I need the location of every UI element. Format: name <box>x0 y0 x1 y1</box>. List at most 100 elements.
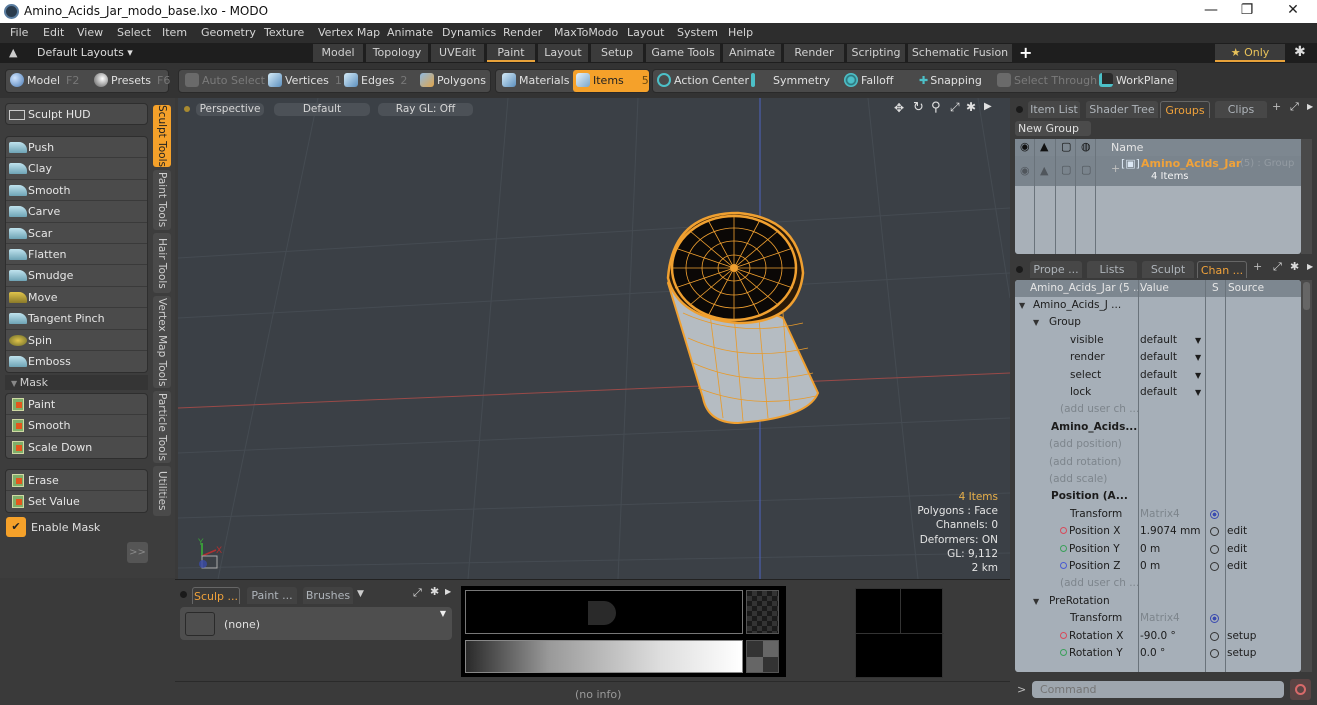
channel-row[interactable]: Transform Matrix4 <box>1015 610 1300 627</box>
action-center-button[interactable]: Action Center <box>657 70 749 92</box>
tab-sculpt[interactable]: Sculpt <box>1142 261 1194 278</box>
panel-menu-icon[interactable] <box>180 591 187 598</box>
menu-animate[interactable]: Animate <box>387 26 433 39</box>
tab-setup[interactable]: Setup <box>591 44 643 62</box>
tab-topology[interactable]: Topology <box>366 44 428 62</box>
add-layout-tab-button[interactable]: + <box>1019 43 1032 62</box>
channel-state-icon[interactable] <box>1210 631 1219 641</box>
channel-row[interactable]: Position X 1.9074 mm edit <box>1015 523 1300 540</box>
channel-value[interactable]: 0.0 ° <box>1140 645 1165 662</box>
minimize-button[interactable]: — <box>1196 2 1226 20</box>
pan-icon[interactable]: ✥ <box>894 101 904 115</box>
model-button[interactable]: Model F2 <box>10 70 79 92</box>
vtab-utilities[interactable]: Utilities <box>153 466 171 516</box>
sculpt-hud-button[interactable]: Sculpt HUD <box>5 103 148 125</box>
bottom-panel-menu-icon[interactable] <box>1016 266 1023 273</box>
channels-col-s[interactable]: S <box>1212 280 1219 297</box>
snapping-button[interactable]: ✚ Snapping <box>919 70 982 92</box>
name-column-header[interactable]: Name <box>1111 141 1143 154</box>
channel-row[interactable]: lock default ▼ <box>1015 384 1300 401</box>
channel-row[interactable]: Rotation Y 0.0 ° setup <box>1015 645 1300 662</box>
channel-row[interactable]: ▼ PreRotation <box>1015 593 1300 610</box>
tab-brushes[interactable]: Brushes <box>303 587 353 604</box>
color-swatch-grid[interactable] <box>855 588 944 678</box>
channel-value[interactable]: default <box>1140 349 1177 366</box>
tab-sculpt-presets[interactable]: Sculp ... <box>192 587 240 604</box>
collapse-arrow-icon[interactable]: ▲ <box>9 46 17 59</box>
tab-game-tools[interactable]: Game Tools <box>646 44 720 62</box>
mask-tool-set-value[interactable]: Set Value <box>6 491 147 512</box>
channel-state-icon[interactable] <box>1210 562 1219 571</box>
channel-row[interactable]: Transform Matrix4 <box>1015 506 1300 523</box>
channels-col-value[interactable]: Value <box>1140 280 1169 297</box>
shading-mode-button[interactable]: Default <box>274 103 370 116</box>
channel-value[interactable]: default <box>1140 384 1177 401</box>
expand-top-panel-icon[interactable]: ⤢ <box>1290 100 1299 114</box>
tab-clips[interactable]: Clips <box>1215 101 1267 118</box>
menu-render[interactable]: Render <box>503 26 542 39</box>
menu-dynamics[interactable]: Dynamics <box>442 26 496 39</box>
3d-viewport[interactable]: Y X Perspective Default Ray GL: Off ✥ ↻ … <box>178 98 1010 579</box>
channel-row[interactable]: (add position) <box>1015 436 1300 453</box>
tab-paint[interactable]: Paint <box>487 44 535 62</box>
render-column-icon[interactable]: ▲ <box>1040 140 1048 153</box>
bottom-panel-more-icon[interactable]: ▶ <box>1307 262 1313 271</box>
channel-value[interactable]: 0 m <box>1140 541 1160 558</box>
raygl-button[interactable]: Ray GL: Off <box>378 103 473 116</box>
visibility-column-icon[interactable]: ◉ <box>1020 140 1030 153</box>
tool-move[interactable]: Move <box>6 287 147 309</box>
channel-dropdown-icon[interactable]: ▼ <box>1195 367 1201 384</box>
expand-bottom-panel-icon[interactable]: ⤢ <box>1273 260 1282 274</box>
amino-acids-jar-mesh[interactable] <box>666 211 820 425</box>
group-lock-icon[interactable]: ▢ <box>1061 163 1071 176</box>
default-layouts-dropdown[interactable]: Default Layouts ▾ <box>37 46 133 59</box>
expand-triangle-icon[interactable]: ▼ <box>1033 314 1039 331</box>
tool-smudge[interactable]: Smudge <box>6 265 147 287</box>
expand-panel-icon[interactable]: ⤢ <box>413 586 422 600</box>
tool-flatten[interactable]: Flatten <box>6 244 147 266</box>
vtab-vertex-map-tools[interactable]: Vertex Map Tools <box>153 296 171 388</box>
channel-value[interactable]: -90.0 ° <box>1140 628 1176 645</box>
tool-smooth[interactable]: Smooth <box>6 180 147 202</box>
channel-row[interactable]: render default ▼ <box>1015 349 1300 366</box>
viewport-more-arrow-icon[interactable]: ▶ <box>984 101 992 112</box>
channel-value[interactable]: 1.9074 mm <box>1140 523 1201 540</box>
channel-dropdown-icon[interactable]: ▼ <box>1195 349 1201 366</box>
menu-texture[interactable]: Texture <box>264 26 304 39</box>
channel-state-icon[interactable] <box>1210 649 1219 658</box>
expand-triangle-icon[interactable]: ▼ <box>1019 297 1025 314</box>
record-macro-button[interactable] <box>1290 679 1311 700</box>
channel-value[interactable]: default <box>1140 332 1177 349</box>
channel-dropdown-icon[interactable]: ▼ <box>1195 384 1201 401</box>
viewport-settings-gear-icon[interactable]: ✱ <box>966 100 976 114</box>
vtab-sculpt-tools[interactable]: Sculpt Tools <box>153 105 171 167</box>
menu-help[interactable]: Help <box>728 26 753 39</box>
group-row[interactable]: ◉ ▲ ▢ ▢ + [▣] Amino_Acids_Jar (5) : Grou… <box>1015 156 1301 186</box>
tool-carve[interactable]: Carve <box>6 201 147 223</box>
mask-tool-scale-down[interactable]: Scale Down <box>6 437 147 458</box>
symmetry-button[interactable]: Symmetry <box>751 70 830 92</box>
tool-tangent-pinch[interactable]: Tangent Pinch <box>6 308 147 330</box>
expand-group-icon[interactable]: + <box>1111 162 1120 175</box>
tab-groups[interactable]: Groups <box>1160 101 1210 118</box>
only-filter-button[interactable]: ★ Only <box>1215 44 1285 62</box>
enable-mask-checkbox[interactable]: ✔ <box>6 517 26 537</box>
layout-settings-gear-icon[interactable]: ✱ <box>1294 44 1306 60</box>
top-panel-more-icon[interactable]: ▶ <box>1307 102 1313 111</box>
zoom-icon[interactable]: ⚲ <box>931 100 941 115</box>
menu-vertex-map[interactable]: Vertex Map <box>318 26 380 39</box>
channel-row[interactable]: Position (A... <box>1015 488 1300 505</box>
menu-system[interactable]: System <box>677 26 718 39</box>
workplane-button[interactable]: WorkPlane <box>1099 70 1174 92</box>
expand-triangle-icon[interactable]: ▼ <box>1033 593 1039 610</box>
add-bottom-tab-button[interactable]: + <box>1253 260 1262 273</box>
tab-shader-tree[interactable]: Shader Tree <box>1086 101 1158 118</box>
channels-scrollbar-thumb[interactable] <box>1303 282 1310 310</box>
mask-tool-paint[interactable]: Paint <box>6 394 147 416</box>
select-through-button[interactable]: Select Through <box>997 70 1097 92</box>
channel-row[interactable]: Position Y 0 m edit <box>1015 541 1300 558</box>
channel-row[interactable]: (add user ch ... <box>1015 575 1300 592</box>
tab-render[interactable]: Render <box>784 44 844 62</box>
viewport-menu-dot-icon[interactable] <box>184 106 190 112</box>
channel-row[interactable]: visible default ▼ <box>1015 332 1300 349</box>
